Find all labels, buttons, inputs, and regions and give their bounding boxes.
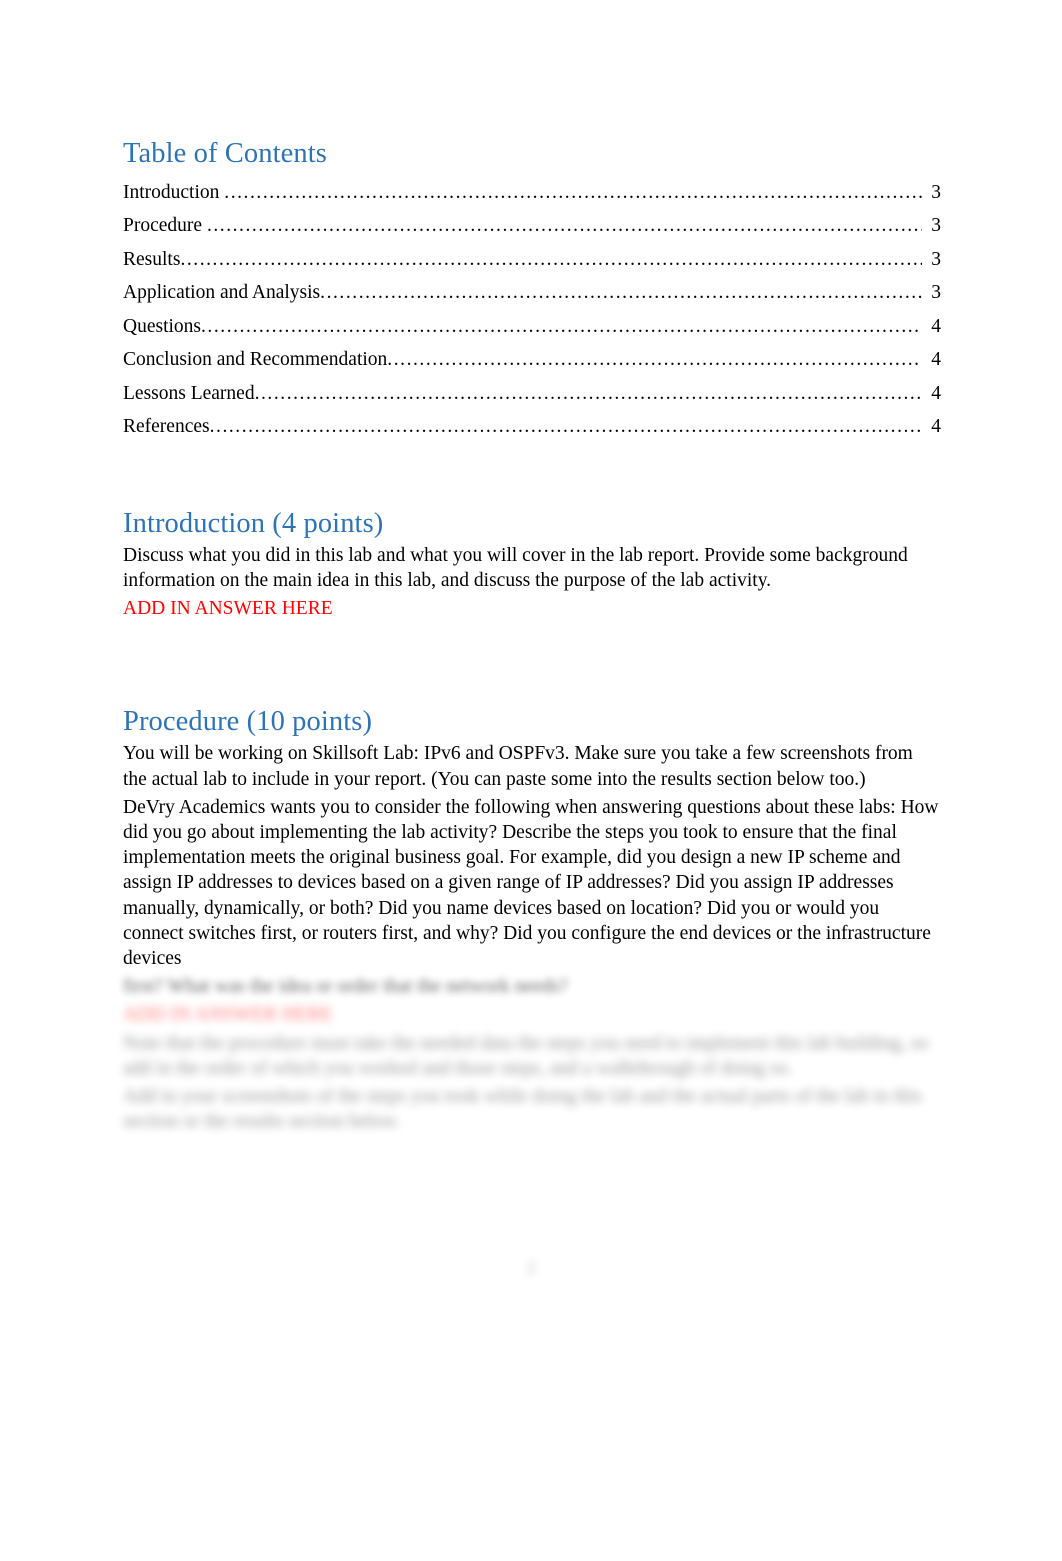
toc-entry-page: 3 xyxy=(931,182,941,203)
toc-entry-label: Lessons Learned xyxy=(123,383,255,404)
toc-entry-label: References xyxy=(123,417,210,438)
toc-dot-leader: ........................................… xyxy=(254,383,922,404)
toc-entry-procedure[interactable]: Procedure ..............................… xyxy=(123,216,941,250)
toc-title: Table of Contents xyxy=(123,138,327,169)
introduction-answer-placeholder: ADD IN ANSWER HERE xyxy=(123,598,333,620)
document-page: Table of Contents Introduction .........… xyxy=(0,0,1062,1561)
toc-entry-label: Questions xyxy=(123,316,201,337)
introduction-heading: Introduction (4 points) xyxy=(123,507,384,539)
toc-dot-leader: ........................................… xyxy=(180,249,922,270)
redacted-region: first? What was the idea or order that t… xyxy=(123,974,941,1134)
toc-dot-leader: ........................................… xyxy=(387,350,922,370)
toc-entry-questions[interactable]: Questions ..............................… xyxy=(123,317,941,351)
toc-entry-references[interactable]: References .............................… xyxy=(123,417,941,451)
section-procedure: Procedure (10 points) You will be workin… xyxy=(123,706,941,1134)
toc-entry-conclusion-and-recommendation[interactable]: Conclusion and Recommendation ..........… xyxy=(123,350,941,384)
procedure-body: You will be working on Skillsoft Lab: IP… xyxy=(123,743,913,790)
toc-entry-application-and-analysis[interactable]: Application and Analysis ...............… xyxy=(123,283,941,317)
toc-entry-label: Introduction xyxy=(123,182,220,203)
toc-entry-label: Results xyxy=(123,249,181,270)
toc-entry-label: Conclusion and Recommendation xyxy=(123,350,388,371)
toc-entry-results[interactable]: Results ................................… xyxy=(123,250,941,284)
table-of-contents: Introduction ...........................… xyxy=(123,183,941,451)
toc-dot-leader: ........................................… xyxy=(201,316,922,337)
toc-entry-page: 3 xyxy=(931,283,941,304)
footer-page-number: 2 xyxy=(526,1258,536,1279)
toc-entry-page: 4 xyxy=(931,383,941,404)
section-introduction: Introduction (4 points) Discuss what you… xyxy=(123,508,941,622)
toc-entry-page: 3 xyxy=(931,249,941,270)
procedure-obscured-paragraph-2: Add in your screenshots of the steps you… xyxy=(123,1085,922,1133)
toc-entry-page: 4 xyxy=(931,316,941,337)
introduction-body: Discuss what you did in this lab and wha… xyxy=(123,544,908,592)
toc-dot-leader: ........................................… xyxy=(206,216,922,236)
procedure-heading: Procedure (10 points) xyxy=(123,706,373,738)
toc-entry-introduction[interactable]: Introduction ...........................… xyxy=(123,183,941,217)
procedure-obscured-paragraph-1: Note that the procedure must take the ne… xyxy=(123,1032,929,1079)
toc-entry-label: Application and Analysis xyxy=(123,283,321,304)
toc-entry-page: 3 xyxy=(931,216,941,237)
procedure-obscured-line: first? What was the idea or order that t… xyxy=(123,976,568,998)
procedure-obscured-answer-placeholder: ADD IN ANSWER HERE xyxy=(123,1004,333,1026)
toc-entry-page: 4 xyxy=(931,350,941,371)
toc-dot-leader: ........................................… xyxy=(224,182,922,203)
toc-entry-page: 4 xyxy=(931,417,941,438)
page-content: Table of Contents Introduction .........… xyxy=(123,138,941,1134)
procedure-devry-paragraph: DeVry Academics wants you to consider th… xyxy=(123,796,939,969)
toc-dot-leader: ........................................… xyxy=(209,417,922,437)
toc-dot-leader: ........................................… xyxy=(320,283,922,303)
toc-entry-lessons-learned[interactable]: Lessons Learned ........................… xyxy=(123,384,941,418)
toc-entry-label: Procedure xyxy=(123,216,203,237)
